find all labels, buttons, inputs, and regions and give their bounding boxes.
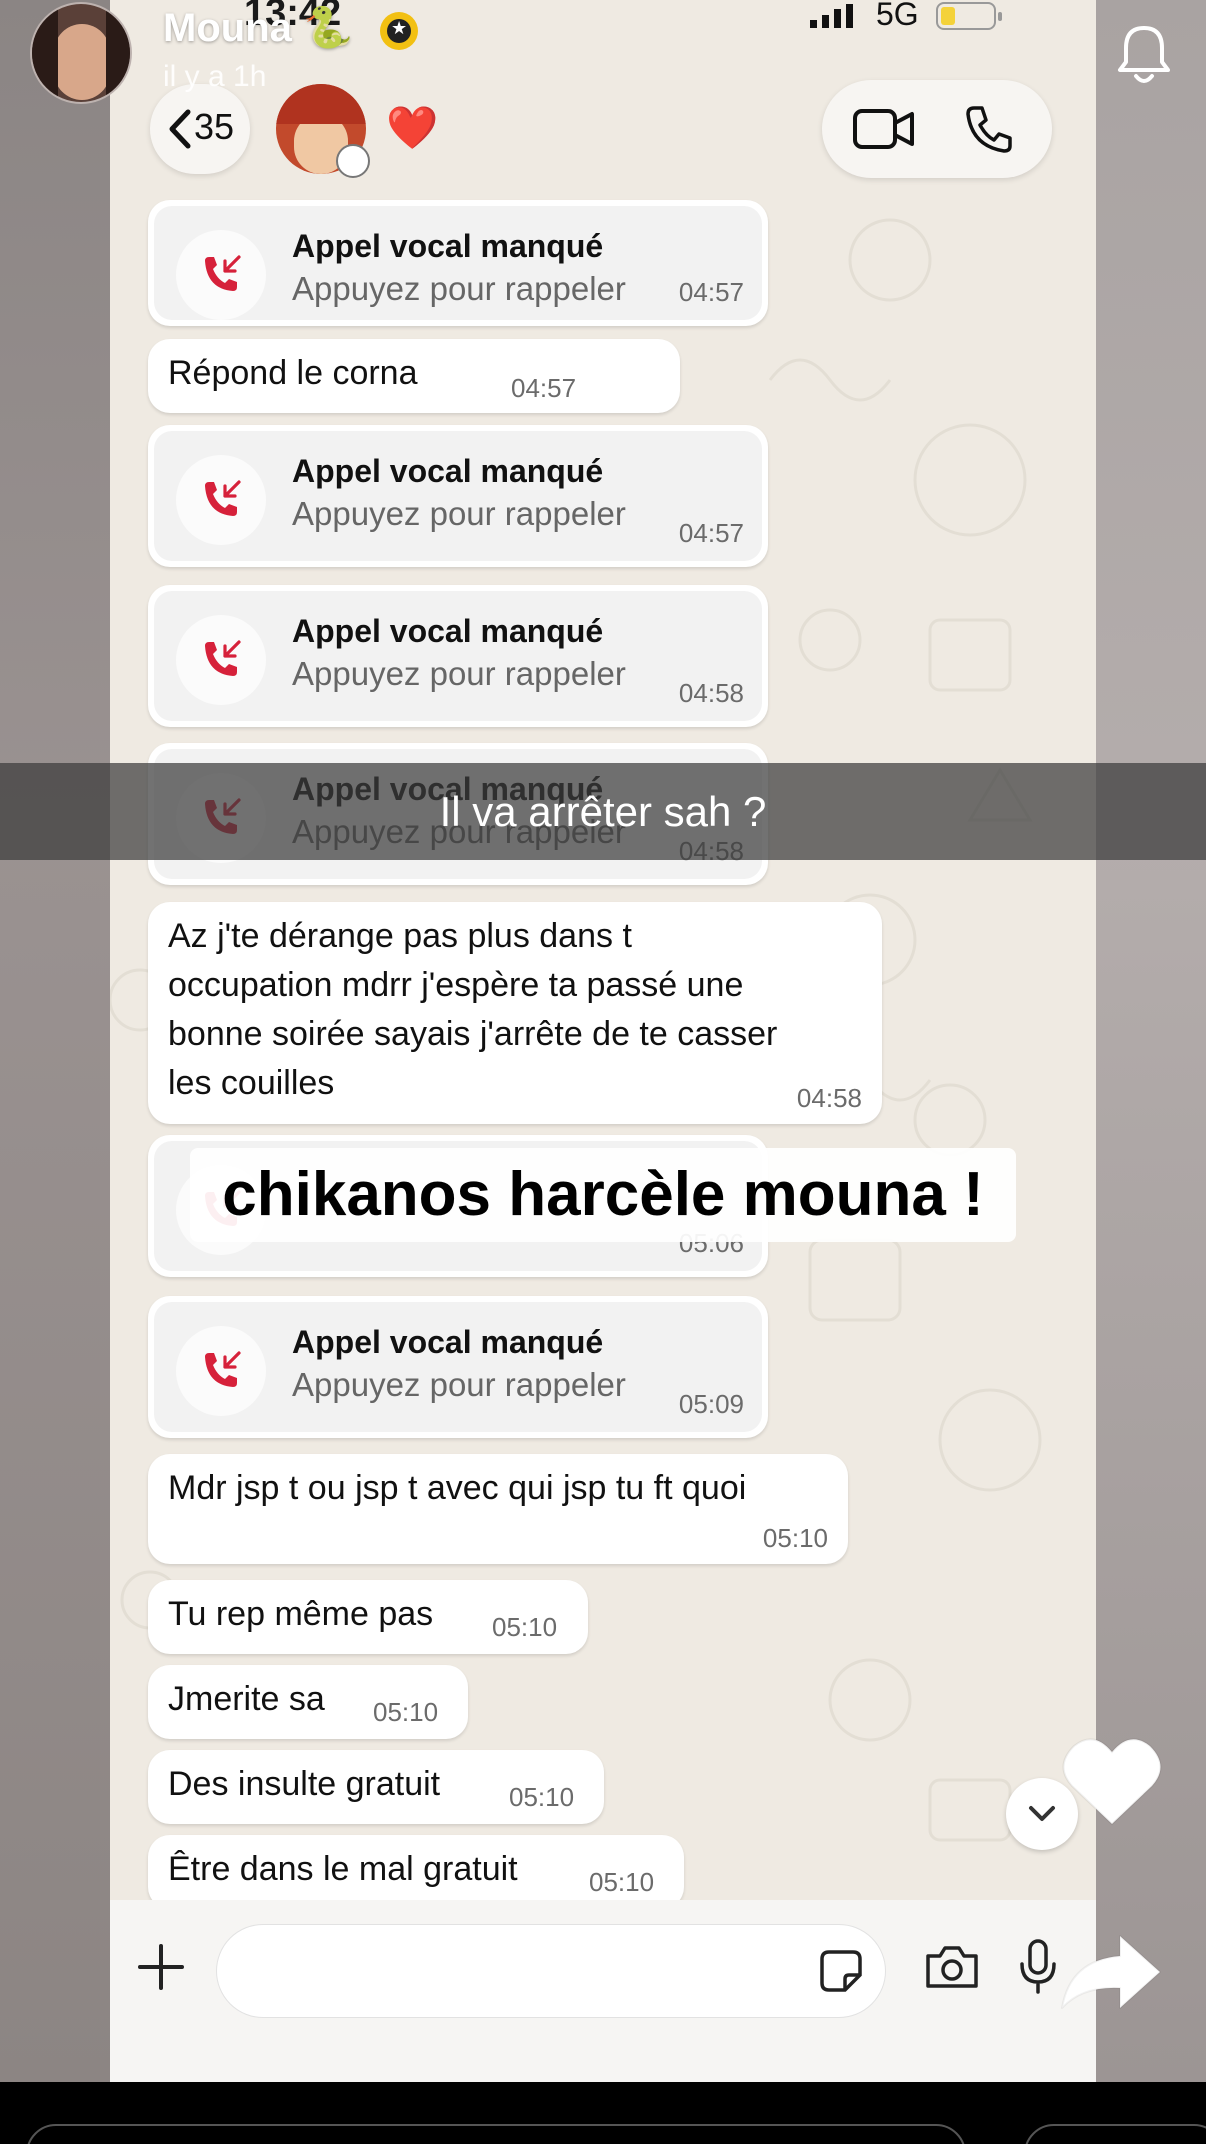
message-timestamp: 05:09 [678,1389,744,1419]
message-line: Jmerite sa [168,1680,325,1718]
missed-call-icon-circle [176,455,266,545]
missed-call-icon-circle [176,230,266,320]
message-input[interactable] [216,1924,886,2018]
message-line: les couilles [168,1064,335,1102]
text-message[interactable]: Az j'te dérange pas plus dans t occupatio… [148,902,882,1124]
story-caption-bar: Il va arrêter sah ? [0,763,1206,860]
message-line: Des insulte gratuit [168,1765,441,1803]
snake-emoji: 🐍 [303,6,353,50]
missed-call-icon-circle [176,615,266,705]
message-line: bonne soirée sayais j'arrête de te casse… [168,1015,778,1053]
missed-call-icon [205,255,241,291]
story-time-ago: il y a 1h [163,60,267,93]
story-user-name-text: Mouna [163,6,292,50]
reaction-heart-emoji: ❤️ [386,104,439,151]
message-timestamp: 04:57 [678,277,744,307]
network-label: 5G [876,0,919,32]
message-line: Az j'te dérange pas plus dans t [168,917,632,955]
call-title: Appel vocal manqué [292,453,604,489]
text-message[interactable]: Tu rep même pas 05:10 [148,1580,588,1654]
snapchat-story-screen: 35 ❤️ Appel vocal manqué Appuyez pour rap… [0,0,1206,2144]
missed-call-message[interactable]: Appel vocal manqué Appuyez pour rappeler 0… [148,200,768,326]
story-backdrop-left [0,0,110,2082]
message-timestamp: 05:10 [373,1697,439,1727]
missed-call-icon [205,480,241,516]
message-timestamp: 05:10 [492,1612,558,1642]
message-composer-bar [110,1900,1096,2082]
sticker-icon[interactable] [819,1949,863,1993]
story-reply-pill-right[interactable] [1024,2124,1206,2144]
message-timestamp: 04:58 [678,678,744,708]
call-card: Appel vocal manqué Appuyez pour rappeler [154,591,762,721]
missed-call-icon-circle [176,1326,266,1416]
call-card: Appel vocal manqué Appuyez pour rappeler [154,206,762,320]
call-card: Appel vocal manqué Appuyez pour rappeler [154,1302,762,1432]
message-line: Répond le corna [168,354,418,392]
message-timestamp: 05:10 [589,1867,655,1897]
story-reply-pill-left[interactable] [26,2124,966,2144]
heart-icon[interactable] [1060,1734,1164,1828]
bell-icon[interactable] [1116,24,1172,86]
microphone-icon[interactable] [1018,1938,1058,1996]
plus-icon[interactable] [138,1944,184,1990]
message-timestamp: 04:57 [678,518,744,548]
message-timestamp: 05:10 [509,1782,575,1812]
call-title: Appel vocal manqué [292,1324,604,1360]
missed-call-message[interactable]: Appel vocal manqué Appuyez pour rappeler 0… [148,425,768,567]
star-badge-icon: ★ [380,12,418,50]
message-timestamp: 04:58 [796,1083,862,1113]
chevron-down-icon [1029,1806,1055,1821]
story-user-name[interactable]: Mouna 🐍 [163,4,353,51]
text-message[interactable]: Jmerite sa 05:10 [148,1665,468,1739]
back-unread-count: 35 [194,106,235,147]
back-chevron-icon [169,109,191,149]
message-timestamp: 05:10 [762,1523,828,1553]
signal-bars-icon [810,4,853,28]
missed-call-message[interactable]: Appel vocal manqué Appuyez pour rappeler 0… [148,585,768,727]
message-timestamp: 04:57 [511,373,577,403]
story-user-avatar[interactable] [30,2,132,104]
phone-icon[interactable] [964,104,1014,154]
missed-call-icon [205,1351,241,1387]
call-subtitle: Appuyez pour rappeler [292,655,626,692]
message-line: Mdr jsp t ou jsp t avec qui jsp tu ft qu… [168,1469,747,1507]
call-subtitle: Appuyez pour rappeler [292,270,626,307]
text-message[interactable]: Des insulte gratuit 05:10 [148,1750,604,1824]
call-title: Appel vocal manqué [292,228,604,264]
text-message[interactable]: Être dans le mal gratuit 05:10 [148,1835,684,1909]
message-line: Tu rep même pas [168,1595,434,1633]
share-arrow-icon[interactable] [1058,1932,1164,2012]
back-button[interactable]: 35 [150,84,250,174]
camera-icon[interactable] [924,1944,980,1990]
video-camera-icon[interactable] [852,106,916,152]
message-line: occupation mdrr j'espère ta passé une [168,966,744,1004]
text-message[interactable]: Répond le corna 04:57 [148,339,680,413]
call-card: Appel vocal manqué Appuyez pour rappeler [154,431,762,561]
message-line: Être dans le mal gratuit [168,1850,518,1888]
whatsapp-chat-screenshot: 35 ❤️ Appel vocal manqué Appuyez pour rap… [110,0,1096,2082]
call-actions-pill [822,80,1052,178]
text-message[interactable]: Mdr jsp t ou jsp t avec qui jsp tu ft qu… [148,1454,848,1564]
disappearing-timer-icon [336,144,370,178]
call-subtitle: Appuyez pour rappeler [292,1366,626,1403]
battery-icon [936,2,1002,30]
missed-call-message[interactable]: Appel vocal manqué Appuyez pour rappeler 0… [148,1296,768,1438]
call-subtitle: Appuyez pour rappeler [292,495,626,532]
missed-call-icon [205,640,241,676]
story-title-overlay: chikanos harcèle mouna ! [190,1148,1016,1242]
call-title: Appel vocal manqué [292,613,604,649]
